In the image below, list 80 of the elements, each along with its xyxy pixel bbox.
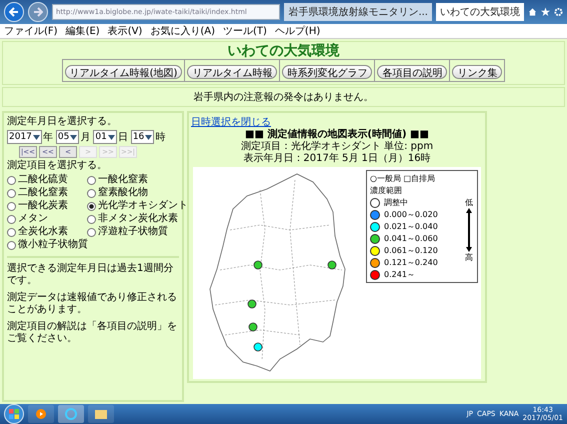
legend-label: 調整中 <box>384 197 408 208</box>
menu-item[interactable]: ファイル(F) <box>4 24 58 38</box>
legend-label: 0.000～0.020 <box>384 209 438 220</box>
double-arrow-icon <box>466 208 472 252</box>
caret-icon <box>108 134 115 140</box>
date-label: 測定年月日を選択する。 <box>7 116 118 128</box>
item-radio[interactable]: 非メタン炭化水素 <box>87 213 188 225</box>
item-line: 測定項目：光化学オキシダント 単位: ppm <box>240 141 434 152</box>
site-title: いわての大気環境 <box>228 43 340 59</box>
item-radio[interactable]: 浮遊粒子状物質 <box>87 226 188 238</box>
close-link[interactable]: 日時選択を閉じる <box>191 115 271 129</box>
date-select[interactable]: 05 <box>56 130 80 144</box>
menu-item[interactable]: 編集(E) <box>66 24 100 38</box>
unit-label: 年 <box>42 131 53 144</box>
forward-arrow-icon <box>33 7 43 17</box>
date-select[interactable]: 16 <box>130 130 154 144</box>
range-title: 濃度範囲 <box>370 185 403 196</box>
item-radio[interactable]: 窒素酸化物 <box>87 187 188 199</box>
item-radio[interactable]: 微小粒子状物質 <box>7 239 87 251</box>
note-text: 選択できる測定年月日は過去1週間分です。 <box>7 263 174 287</box>
legend-label: 0.121～0.240 <box>384 257 438 268</box>
item-radio[interactable]: 光化学オキシダント <box>87 200 188 212</box>
nav-button[interactable]: リアルタイム時報(地図) <box>64 65 182 79</box>
radio-dot[interactable] <box>7 214 16 224</box>
date-line: 表示年月日：2017年 5月 1日（月）16時 <box>243 153 431 165</box>
high-label: 高 <box>465 252 473 263</box>
unit-label: 日 <box>118 131 128 144</box>
item-radio[interactable]: 一酸化窒素 <box>87 174 188 186</box>
radio-dot[interactable] <box>87 188 96 198</box>
item-radio[interactable]: 全炭化水素 <box>7 226 87 238</box>
browser-tab[interactable]: いわての大気環境 <box>436 3 524 21</box>
browser-tab[interactable]: 岩手県環境放射線モニタリン... <box>284 3 432 21</box>
radio-dot[interactable] <box>87 202 96 210</box>
folder-icon[interactable] <box>88 405 114 423</box>
low-label: 低 <box>465 197 473 208</box>
caret-icon <box>145 134 152 140</box>
windows-logo-icon <box>9 409 19 419</box>
map-heading: ■■ 測定値情報の地図表示(時間値) ■■ <box>245 129 429 140</box>
date-select[interactable]: 2017 <box>7 130 42 144</box>
radio-dot[interactable] <box>87 228 96 236</box>
radio-dot[interactable] <box>87 176 96 184</box>
item-radio[interactable]: 二酸化窒素 <box>7 187 87 199</box>
radio-dot[interactable] <box>7 240 16 250</box>
back-arrow-icon <box>9 7 19 17</box>
note-text: 測定データは速報値であり修正されることがあります。 <box>7 292 178 316</box>
item-radio[interactable]: メタン <box>7 213 87 225</box>
menu-item[interactable]: お気に入り(A) <box>150 24 215 38</box>
start-button[interactable] <box>4 404 24 424</box>
radio-dot[interactable] <box>87 214 96 224</box>
item-label: 測定項目を選択する。 <box>7 160 108 172</box>
nav-button[interactable]: 時系列変化グラフ <box>282 65 372 79</box>
radio-dot[interactable] <box>7 176 16 184</box>
caret-icon <box>70 134 78 140</box>
nav-button[interactable]: リンク集 <box>452 65 502 79</box>
note-text: 測定項目の解説は「各項目の説明」をご覧ください。 <box>7 321 178 345</box>
unit-label: 時 <box>155 130 166 144</box>
back-button[interactable] <box>4 2 24 22</box>
date-select[interactable]: 01 <box>93 130 117 144</box>
nav-button[interactable]: 各項目の説明 <box>377 65 448 79</box>
station-type-legend: ○一般局 □自排局 <box>370 173 474 184</box>
legend-label: 0.061～0.120 <box>384 245 438 256</box>
forward-button[interactable] <box>28 2 48 22</box>
legend-label: 0.021～0.040 <box>384 221 438 232</box>
legend-label: 0.241～ <box>384 269 415 280</box>
legend-label: 0.041～0.060 <box>384 233 438 244</box>
menu-item[interactable]: ツール(T) <box>223 24 267 38</box>
menu-item[interactable]: 表示(V) <box>108 24 142 38</box>
radio-dot[interactable] <box>7 188 16 198</box>
nav-button[interactable]: リアルタイム時報 <box>187 65 278 79</box>
star-icon[interactable] <box>541 7 550 17</box>
menu-item[interactable]: ヘルプ(H) <box>274 24 320 38</box>
radio-dot[interactable] <box>7 228 16 236</box>
notice-banner: 岩手県内の注意報の発令はありません。 <box>2 87 565 107</box>
item-radio[interactable]: 一酸化炭素 <box>7 200 87 212</box>
home-icon[interactable] <box>528 7 537 17</box>
caret-icon <box>32 134 40 140</box>
radio-dot[interactable] <box>7 202 16 210</box>
item-radio[interactable]: 二酸化硫黄 <box>7 174 87 186</box>
unit-label: 月 <box>80 131 90 144</box>
settings-icon[interactable] <box>554 7 563 17</box>
